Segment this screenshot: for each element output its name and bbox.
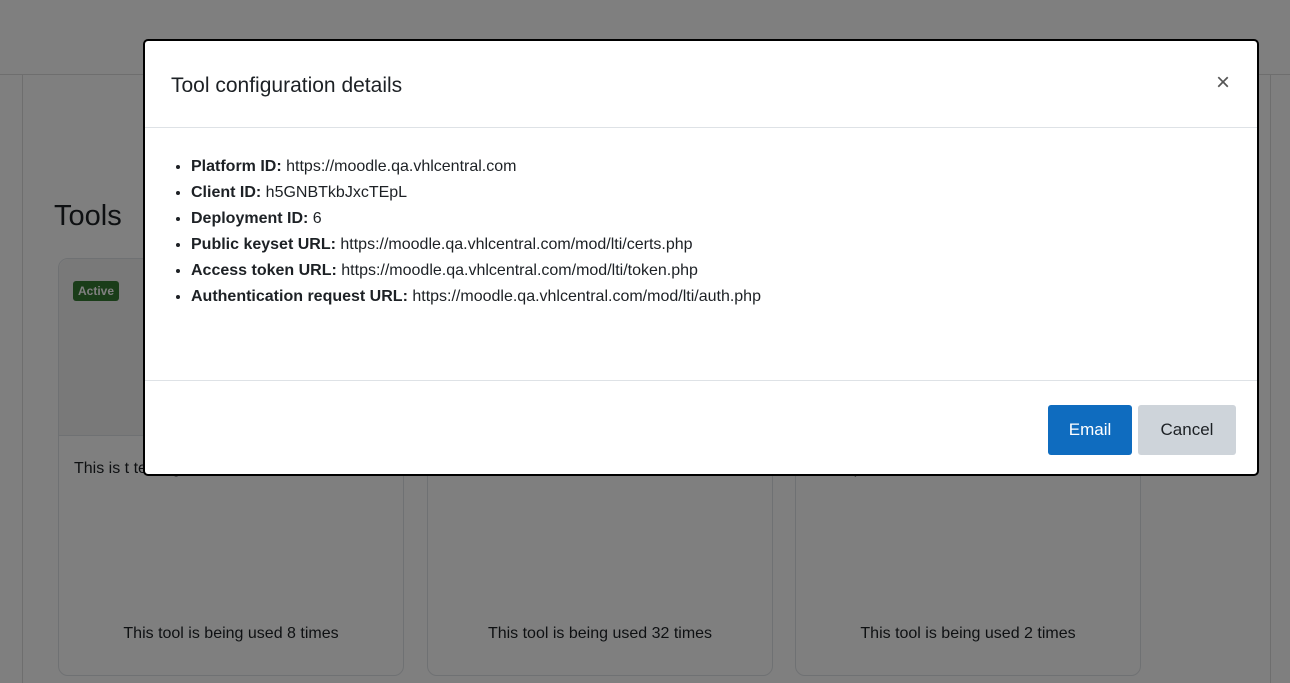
detail-value: https://moodle.qa.vhlcentral.com/mod/lti… [341, 262, 698, 279]
detail-public-keyset-url: Public keyset URL: https://moodle.qa.vhl… [191, 232, 761, 258]
detail-label: Client ID: [191, 184, 262, 201]
detail-auth-request-url: Authentication request URL: https://mood… [191, 284, 761, 310]
modal-title: Tool configuration details [171, 74, 403, 97]
detail-deployment-id: Deployment ID: 6 [191, 206, 761, 232]
detail-label: Platform ID: [191, 158, 282, 175]
detail-access-token-url: Access token URL: https://moodle.qa.vhlc… [191, 258, 761, 284]
detail-client-id: Client ID: h5GNBTkbJxcTEpL [191, 180, 761, 206]
email-button[interactable]: Email [1048, 405, 1132, 455]
cancel-button[interactable]: Cancel [1138, 405, 1236, 455]
detail-value: https://moodle.qa.vhlcentral.com/mod/lti… [340, 236, 693, 253]
detail-value: 6 [312, 210, 322, 227]
config-details-list: Platform ID: https://moodle.qa.vhlcentra… [171, 154, 761, 310]
detail-value: https://moodle.qa.vhlcentral.com [286, 158, 517, 175]
detail-label: Access token URL: [191, 262, 337, 279]
tool-configuration-dialog: Tool configuration details × Platform ID… [143, 39, 1259, 476]
detail-value: h5GNBTkbJxcTEpL [265, 184, 408, 201]
detail-value: https://moodle.qa.vhlcentral.com/mod/lti… [412, 288, 761, 305]
close-icon[interactable]: × [1211, 71, 1235, 95]
detail-platform-id: Platform ID: https://moodle.qa.vhlcentra… [191, 154, 761, 180]
detail-label: Deployment ID: [191, 210, 309, 227]
modal-header: Tool configuration details × [145, 41, 1257, 128]
modal-body: Platform ID: https://moodle.qa.vhlcentra… [145, 128, 1257, 381]
modal-footer: Email Cancel [145, 381, 1257, 474]
detail-label: Public keyset URL: [191, 236, 336, 253]
detail-label: Authentication request URL: [191, 288, 408, 305]
